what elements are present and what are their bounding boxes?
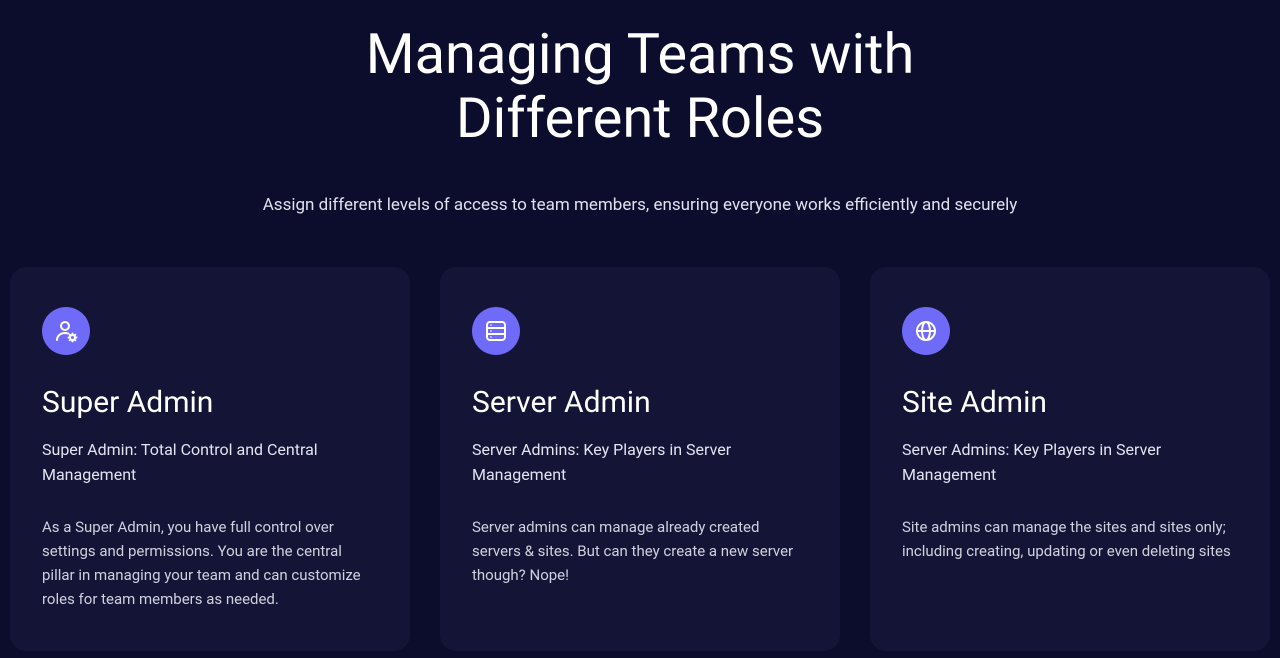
role-card-super-admin: Super Admin Super Admin: Total Control a… [10, 267, 410, 652]
page-subtitle: Assign different levels of access to tea… [20, 195, 1260, 215]
card-title: Site Admin [902, 385, 1238, 420]
card-body: Site admins can manage the sites and sit… [902, 515, 1238, 563]
user-settings-icon [42, 307, 90, 355]
card-body: As a Super Admin, you have full control … [42, 515, 378, 611]
card-title: Server Admin [472, 385, 808, 420]
card-subtitle: Server Admins: Key Players in Server Man… [902, 438, 1238, 488]
page-title: Managing Teams with Different Roles [280, 22, 1000, 151]
hero: Managing Teams with Different Roles Assi… [0, 0, 1280, 215]
globe-icon [902, 307, 950, 355]
role-card-site-admin: Site Admin Server Admins: Key Players in… [870, 267, 1270, 652]
card-title: Super Admin [42, 385, 378, 420]
card-subtitle: Server Admins: Key Players in Server Man… [472, 438, 808, 488]
card-row: Super Admin Super Admin: Total Control a… [0, 267, 1280, 652]
role-card-server-admin: Server Admin Server Admins: Key Players … [440, 267, 840, 652]
card-subtitle: Super Admin: Total Control and Central M… [42, 438, 378, 488]
server-icon [472, 307, 520, 355]
card-body: Server admins can manage already created… [472, 515, 808, 587]
